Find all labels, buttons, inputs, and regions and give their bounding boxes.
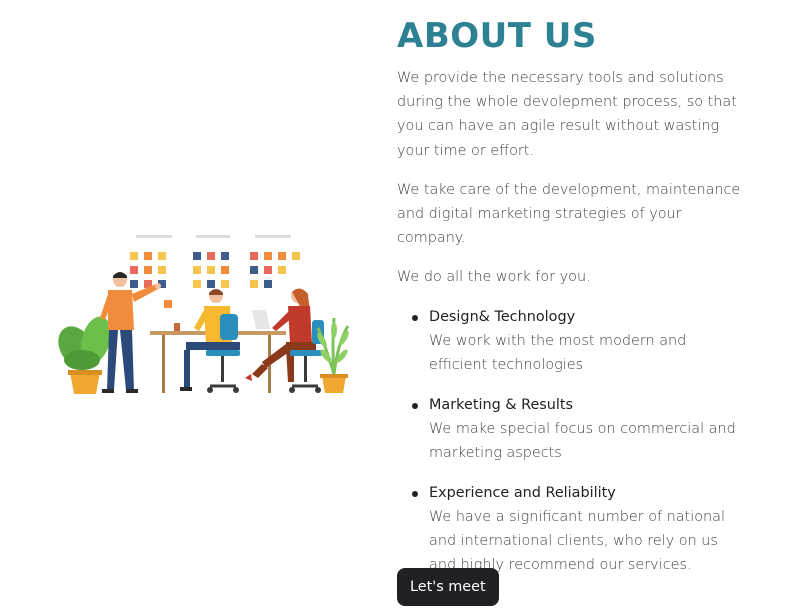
list-item: Marketing & Results We make special focu… xyxy=(412,393,742,465)
feature-description: We work with the most modern and efficie… xyxy=(429,332,687,373)
seated-man xyxy=(180,289,240,393)
list-item: Design& Technology We work with the most… xyxy=(412,305,742,377)
feature-list: Design& Technology We work with the most… xyxy=(397,305,742,577)
feature-title: Experience and Reliability xyxy=(429,484,616,501)
board-bars xyxy=(136,235,291,238)
list-item: Experience and Reliability We have a sig… xyxy=(412,481,742,577)
feature-title: Design& Technology xyxy=(429,308,576,325)
about-section: ABOUT US We provide the necessary tools … xyxy=(397,12,742,593)
intro-paragraph: We do all the work for you. xyxy=(397,269,591,286)
lets-meet-button[interactable]: Let's meet xyxy=(397,568,499,606)
intro-paragraph: We take care of the development, mainten… xyxy=(397,181,741,247)
feature-title: Marketing & Results xyxy=(429,396,574,413)
team-collaboration-illustration xyxy=(58,235,350,394)
feature-description: We make special focus on commercial and … xyxy=(429,420,736,461)
seated-woman xyxy=(245,288,324,393)
intro-paragraph: We provide the necessary tools and solut… xyxy=(397,70,737,159)
plant-left xyxy=(58,316,111,394)
feature-description: We have a significant number of national… xyxy=(429,508,725,573)
page-title: ABOUT US xyxy=(397,16,597,56)
